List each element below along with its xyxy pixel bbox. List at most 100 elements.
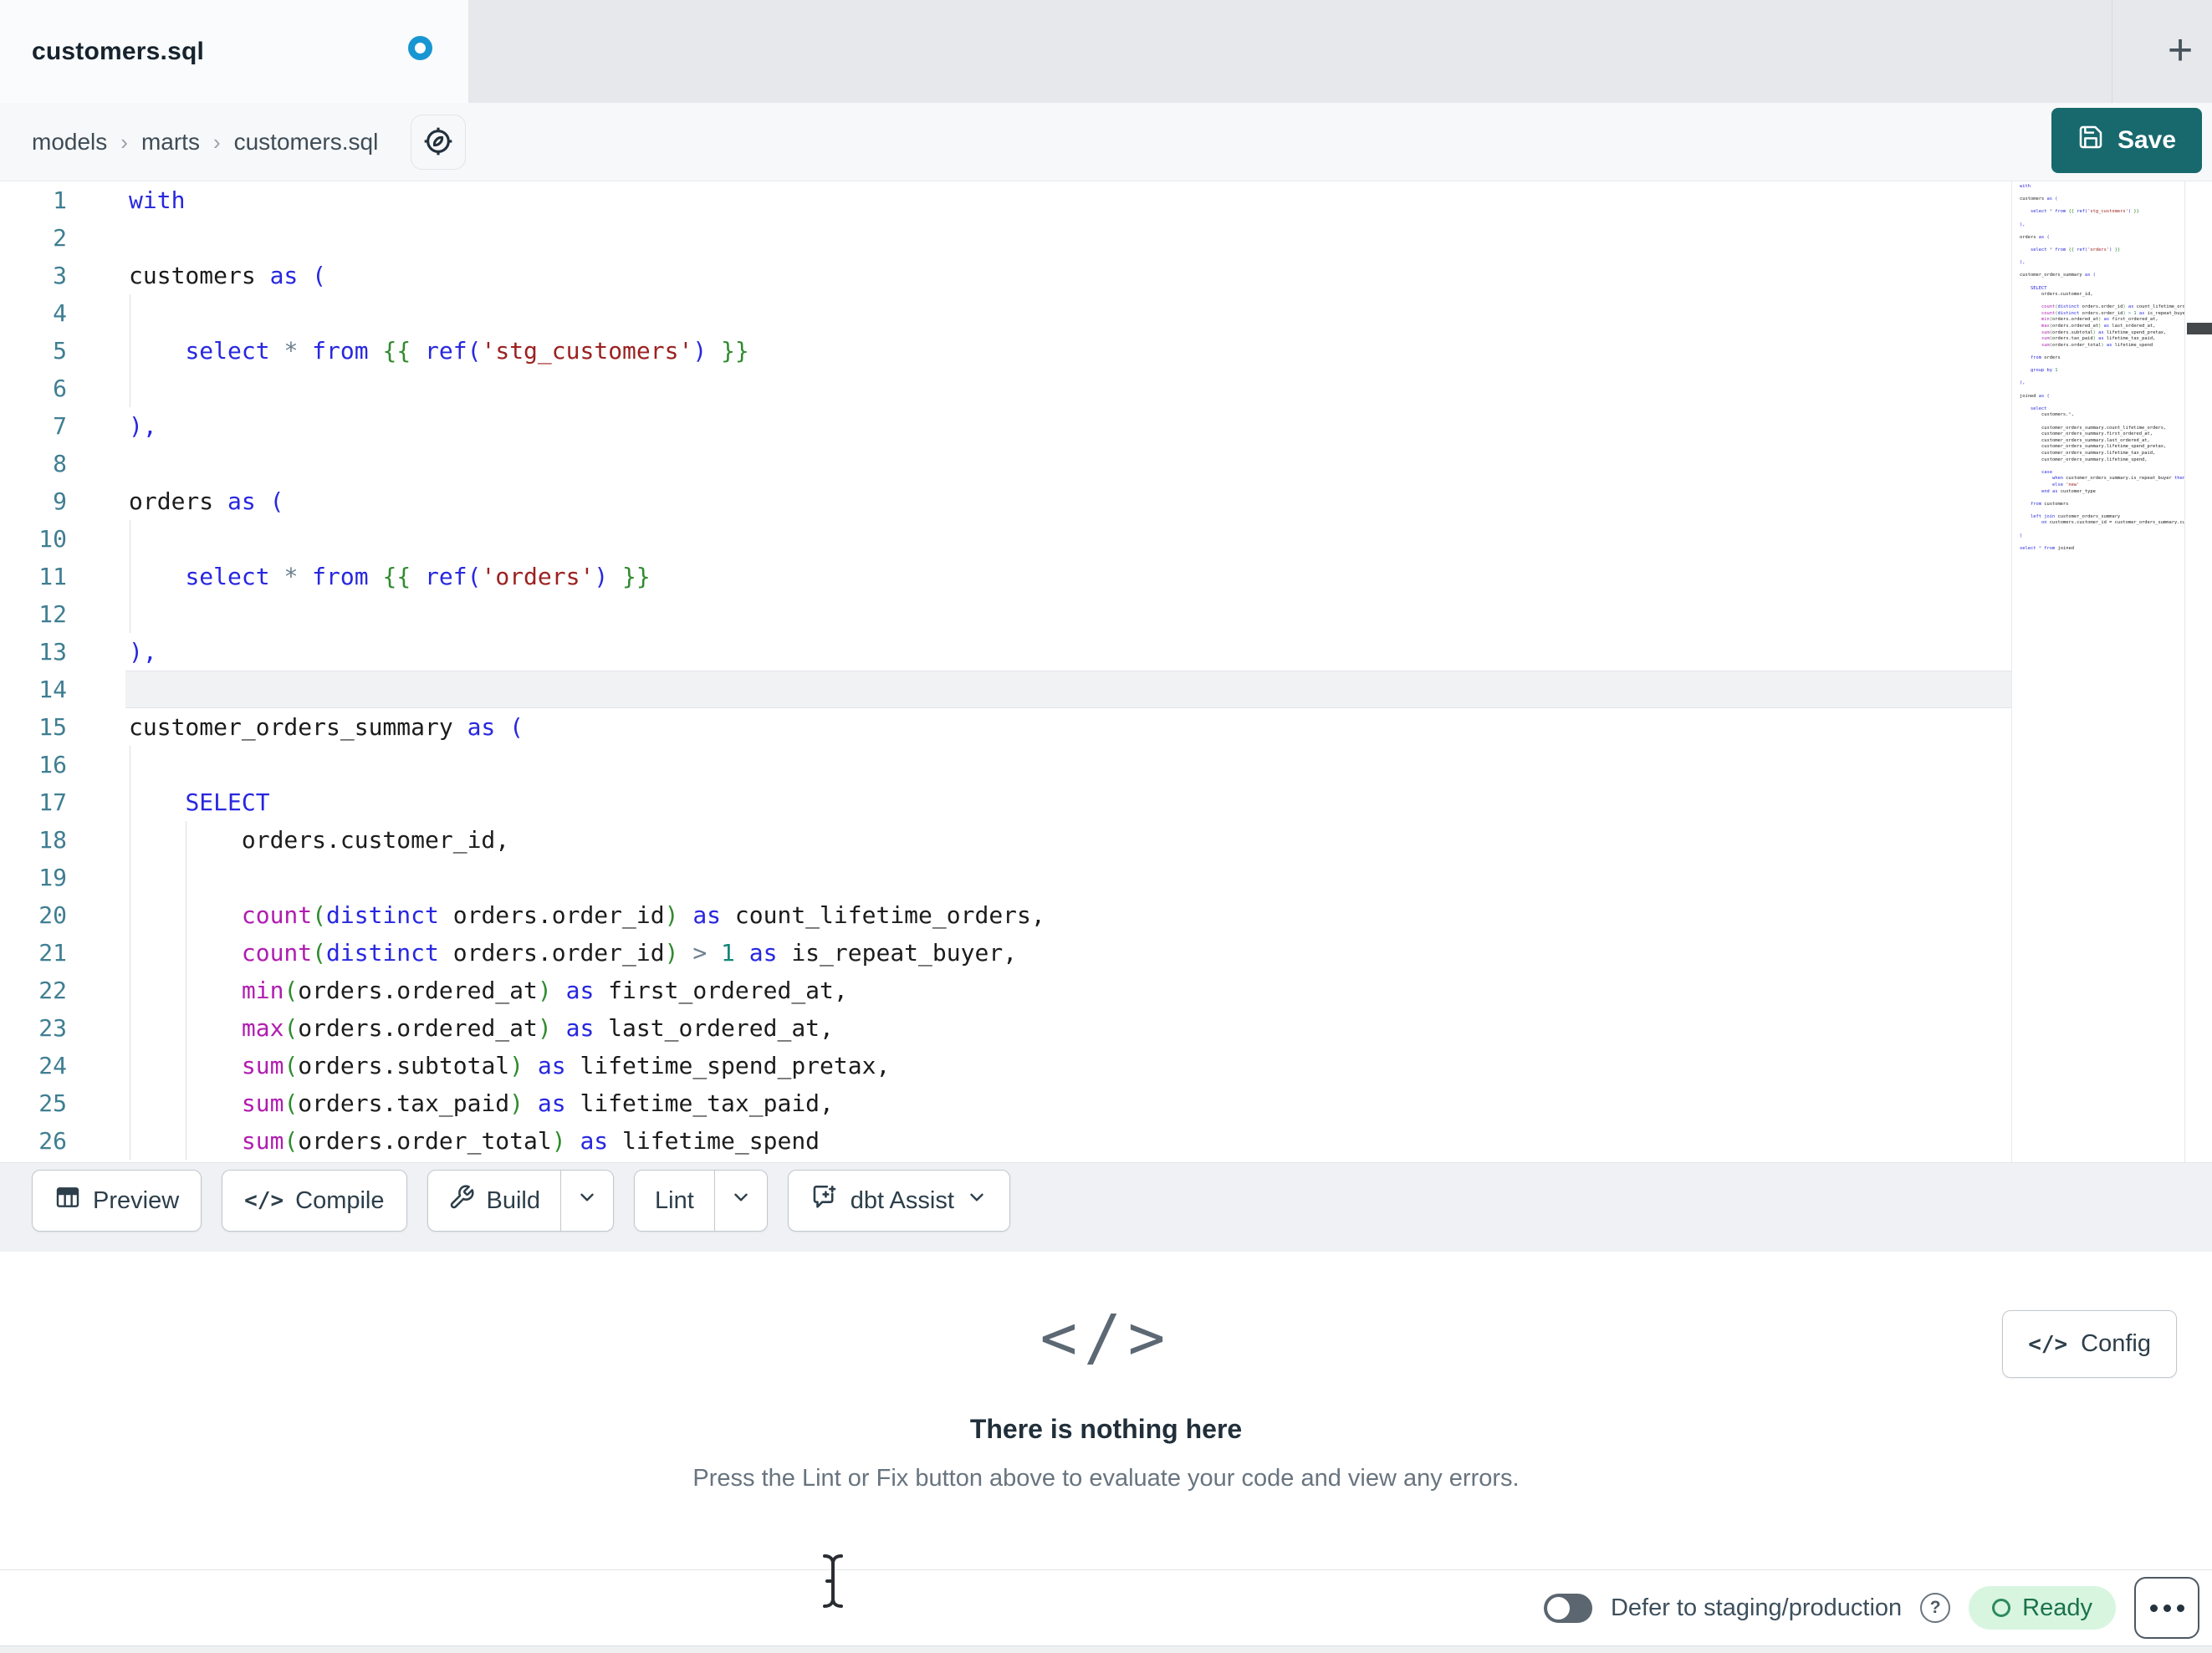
- code-line-25[interactable]: 25 sum(orders.tax_paid) as lifetime_tax_…: [0, 1084, 2011, 1122]
- code-line-23[interactable]: 23 max(orders.ordered_at) as last_ordere…: [0, 1009, 2011, 1047]
- new-tab-button[interactable]: +: [2155, 25, 2205, 75]
- more-options-button[interactable]: [2134, 1577, 2199, 1639]
- code-line-2[interactable]: 2: [0, 219, 2011, 257]
- breadcrumb-item-models[interactable]: models: [32, 129, 107, 156]
- code-line-15[interactable]: 15 customer_orders_summary as (: [0, 708, 2011, 746]
- code-line-7[interactable]: 7),: [0, 407, 2011, 445]
- minimap-line: SELECT: [2030, 285, 2047, 291]
- minimap-line: [2020, 508, 2184, 514]
- minimap-line: [2020, 539, 2184, 546]
- code-text: with: [129, 186, 186, 214]
- minimap-line: ): [2020, 533, 2023, 538]
- minimap-line: [2020, 375, 2184, 381]
- minimap-line: [2020, 400, 2184, 406]
- code-line-19[interactable]: 19: [0, 859, 2011, 896]
- code-brackets-icon: </>: [1040, 1302, 1172, 1374]
- line-number: 16: [38, 751, 67, 778]
- minimap-line: [2020, 387, 2184, 394]
- assist-chat-icon: [810, 1183, 839, 1218]
- code-line-22[interactable]: 22 min(orders.ordered_at) as first_order…: [0, 972, 2011, 1009]
- minimap-line: [2020, 349, 2184, 355]
- lint-button[interactable]: Lint: [635, 1171, 714, 1231]
- code-quality-panel: </> There is nothing here Press the Lint…: [0, 1252, 2212, 1569]
- line-number: 22: [38, 977, 67, 1004]
- code-icon: </>: [244, 1188, 284, 1213]
- scrollbar-thumb[interactable]: [2187, 323, 2212, 334]
- minimap-line: customer_orders_summary.lifetime_spend_p…: [2020, 444, 2167, 450]
- code-text: SELECT: [185, 788, 270, 816]
- explore-lineage-button[interactable]: [411, 115, 466, 170]
- code-line-24[interactable]: 24 sum(orders.subtotal) as lifetime_spen…: [0, 1047, 2011, 1084]
- chevron-down-icon: [966, 1186, 988, 1215]
- line-number: 3: [53, 262, 67, 289]
- code-line-13[interactable]: 13),: [0, 633, 2011, 671]
- line-number: 17: [38, 788, 67, 816]
- build-dropdown-button[interactable]: [560, 1171, 613, 1231]
- minimap-line: [2020, 216, 2184, 222]
- code-line-8[interactable]: 8: [0, 445, 2011, 482]
- minimap-line: joined as (: [2020, 393, 2050, 399]
- lint-dropdown-button[interactable]: [713, 1171, 767, 1231]
- minimap-line: customer_orders_summary.count_lifetime_o…: [2020, 425, 2167, 431]
- code-line-11[interactable]: 11 select * from {{ ref('orders') }}: [0, 558, 2011, 595]
- chevron-right-icon: ›: [212, 129, 221, 155]
- preview-button[interactable]: Preview: [32, 1170, 202, 1232]
- save-button[interactable]: Save: [2051, 108, 2202, 173]
- minimap-line: with: [2020, 184, 2031, 189]
- breadcrumb-item-marts[interactable]: marts: [141, 129, 200, 156]
- code-line-4[interactable]: 4: [0, 294, 2011, 332]
- line-number: 20: [38, 901, 67, 929]
- minimap-line: [2020, 191, 2184, 197]
- code-line-20[interactable]: 20 count(distinct orders.order_id) as co…: [0, 896, 2011, 934]
- code-line-21[interactable]: 21 count(distinct orders.order_id) > 1 a…: [0, 934, 2011, 972]
- code-text: sum(orders.subtotal) as lifetime_spend_p…: [241, 1052, 891, 1079]
- help-icon[interactable]: ?: [1920, 1593, 1951, 1623]
- window-bottom-edge: [0, 1645, 2212, 1653]
- line-number: 5: [53, 337, 67, 365]
- minimap-line: ),: [2020, 222, 2026, 227]
- code-line-17[interactable]: 17 SELECT: [0, 783, 2011, 821]
- code-line-5[interactable]: 5 select * from {{ ref('stg_customers') …: [0, 332, 2011, 370]
- code-text: ),: [129, 638, 157, 666]
- code-line-3[interactable]: 3 customers as (: [0, 257, 2011, 294]
- compile-button[interactable]: </> Compile: [222, 1170, 407, 1232]
- build-label: Build: [486, 1186, 541, 1214]
- plus-icon: +: [2167, 26, 2194, 74]
- code-line-26[interactable]: 26 sum(orders.order_total) as lifetime_s…: [0, 1122, 2011, 1160]
- tab-title: customers.sql: [32, 37, 205, 65]
- code-line-14[interactable]: 14: [0, 671, 2011, 708]
- code-line-16[interactable]: 16: [0, 746, 2011, 783]
- empty-state-title: There is nothing here: [969, 1414, 1243, 1444]
- minimap-line: [2020, 495, 2184, 502]
- build-button[interactable]: Build: [428, 1171, 561, 1231]
- code-lines: 1 with 2 3 customers as ( 4 5 select * from {{…: [0, 181, 2011, 1160]
- code-editor[interactable]: 1 with 2 3 customers as ( 4 5 select * from {{…: [0, 181, 2011, 1162]
- code-line-10[interactable]: 10: [0, 520, 2011, 558]
- minimap-line: customer_orders_summary.lifetime_tax_pai…: [2020, 450, 2156, 456]
- minimap-line: ),: [2020, 260, 2026, 266]
- minimap-line: select * from {{ ref('orders') }}: [2030, 247, 2121, 253]
- minimap-line: [2020, 203, 2184, 210]
- defer-toggle[interactable]: [1543, 1593, 1592, 1623]
- code-text: count(distinct orders.order_id) > 1 as i…: [241, 939, 1018, 967]
- minimap-line: from orders: [2030, 355, 2061, 361]
- build-split-button: Build: [427, 1170, 614, 1232]
- minimap[interactable]: with customers as ( select * from {{ ref(…: [2011, 181, 2184, 1162]
- tab-customers-sql[interactable]: customers.sql: [0, 0, 468, 103]
- code-line-9[interactable]: 9 orders as (: [0, 482, 2011, 520]
- editor-scrollbar[interactable]: [2184, 181, 2212, 1162]
- code-line-12[interactable]: 12: [0, 595, 2011, 633]
- minimap-line: min(orders.ordered_at) as first_ordered_…: [2041, 317, 2158, 323]
- code-line-1[interactable]: 1 with: [0, 181, 2011, 219]
- code-line-6[interactable]: 6: [0, 370, 2011, 407]
- dbt-ide-window: customers.sql + models › marts › custome…: [0, 0, 2212, 1653]
- config-label: Config: [2081, 1330, 2151, 1357]
- line-number: 4: [53, 299, 67, 327]
- minimap-line: orders.customer_id,: [2020, 292, 2093, 298]
- toolbar-buttons: Preview </> Compile Build Lint dbt Assis…: [32, 1170, 1010, 1232]
- minimap-line: group by 1: [2030, 368, 2058, 374]
- dbt-assist-button[interactable]: dbt Assist: [787, 1170, 1010, 1232]
- code-line-18[interactable]: 18 orders.customer_id,: [0, 821, 2011, 859]
- minimap-line: [2020, 228, 2184, 235]
- config-button[interactable]: </> Config: [2002, 1310, 2177, 1378]
